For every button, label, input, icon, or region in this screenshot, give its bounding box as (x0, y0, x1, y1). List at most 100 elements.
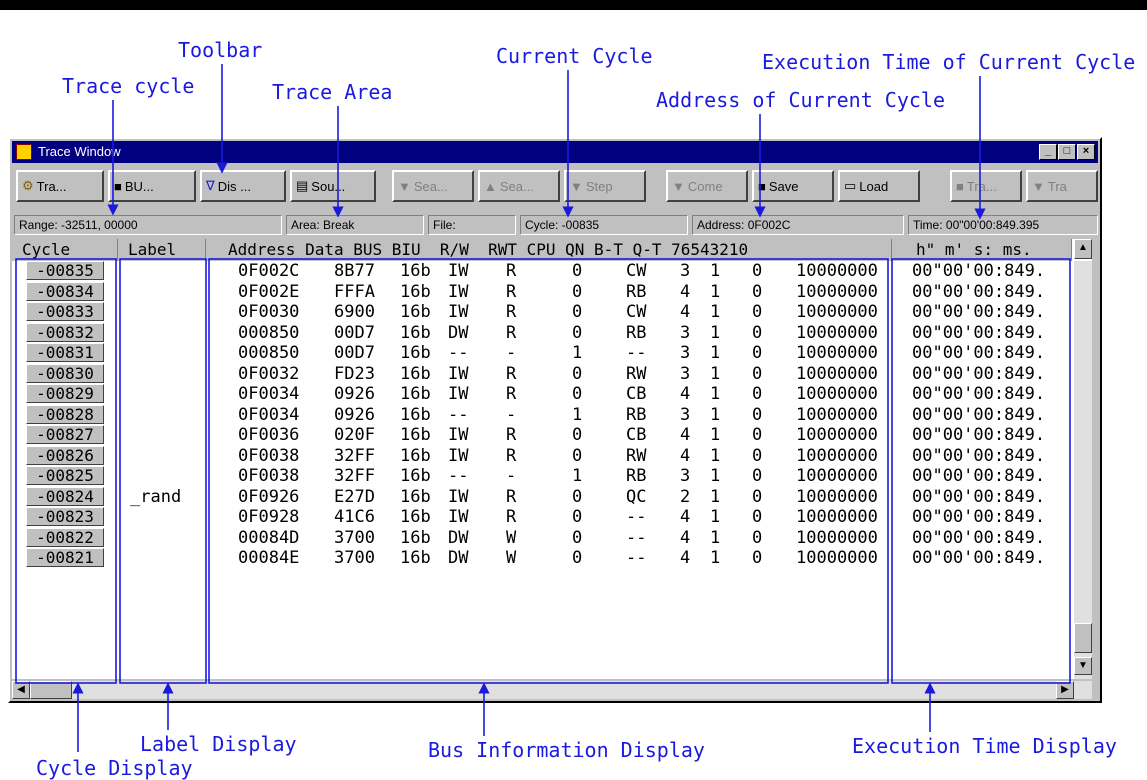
scroll-right-button[interactable]: ▶ (1056, 681, 1074, 699)
cell-bt: 1 (710, 281, 721, 302)
table-row[interactable]: -00833 0F0030 6900 16b IW R 0 CW 4 1 0 10000000 00"0… (12, 302, 1072, 323)
cell-cpu: CW (626, 302, 647, 322)
cell-data: 8B77 (334, 261, 375, 281)
cycle-button[interactable]: -00824 (26, 486, 104, 506)
table-row[interactable]: -00827 0F0036 020F 16b IW R 0 CB 4 1 0 10000000 00"0… (12, 425, 1072, 446)
table-row[interactable]: -00832 000850 00D7 16b DW R 0 RB 3 1 0 10000000 00"0… (12, 322, 1072, 344)
header-label[interactable]: Label (118, 239, 206, 261)
cell-rw: - (506, 343, 517, 363)
title-bar[interactable]: Trace Window _ □ × (12, 141, 1098, 163)
cell-bits: 10000000 (796, 527, 878, 548)
header-bus[interactable]: Address Data BUS BIU R/W RWT CPU QN B-T … (206, 239, 892, 261)
cell-qt: 0 (752, 527, 763, 548)
display-button[interactable]: ∇ Dis ... (200, 170, 286, 202)
cycle-button[interactable]: -00835 (26, 261, 104, 280)
cell-address: 0F0034 (238, 384, 300, 404)
step-button[interactable]: ▼ Step (564, 170, 646, 202)
cycle-button[interactable]: -00829 (26, 384, 104, 403)
close-button[interactable]: × (1077, 144, 1095, 160)
cycle-button[interactable]: -00830 (26, 363, 104, 383)
minimize-button[interactable]: _ (1039, 144, 1057, 160)
cell-bits: 10000000 (796, 281, 878, 302)
cycle-button[interactable]: -00832 (26, 322, 104, 342)
trace-settings-button[interactable]: ⚙ Tra... (16, 170, 104, 202)
cell-rwt: 0 (572, 445, 583, 466)
cell-cpu: CB (626, 384, 647, 404)
cycle-button[interactable]: -00834 (26, 281, 104, 301)
scroll-left-button[interactable]: ◀ (12, 681, 30, 699)
bus-button[interactable]: ■ BU... (108, 170, 196, 202)
callout-label-display: Label Display (140, 732, 297, 756)
load-button[interactable]: ▭ Load (838, 170, 920, 202)
cell-cpu: RW (626, 445, 647, 466)
cycle-button[interactable]: -00825 (26, 466, 104, 485)
cell-qt: 0 (752, 384, 763, 404)
cell-qt: 0 (752, 322, 763, 343)
table-row[interactable]: -00825 0F0038 32FF 16b -- -1 RB 3 1 0 10000000 00"0… (12, 466, 1072, 487)
cell-qn: 3 (680, 363, 691, 384)
cycle-button[interactable]: -00833 (26, 302, 104, 321)
cell-biu: IW (448, 486, 469, 507)
cell-data: 0926 (334, 384, 375, 404)
horizontal-scrollbar[interactable]: ◀ ▶ (12, 681, 1092, 699)
table-row[interactable]: -00830 0F0032 FD23 16b IW R 0 RW 3 1 0 10000000 00"0… (12, 363, 1072, 385)
cell-data: 020F (334, 425, 375, 445)
scroll-up-button[interactable]: ▲ (1074, 239, 1092, 259)
callout-toolbar: Toolbar (178, 38, 263, 62)
header-cycle[interactable]: Cycle (12, 239, 118, 261)
cycle-button[interactable]: -00827 (26, 425, 104, 444)
scroll-thumb[interactable] (1074, 623, 1092, 653)
table-row[interactable]: -00829 0F0034 0926 16b IW R 0 CB 4 1 0 10000000 00"0… (12, 384, 1072, 405)
table-row[interactable]: -00821 00084E 3700 16b DW W 0 -- 4 1 0 10000000 00"0… (12, 548, 1072, 569)
cell-bt: 1 (710, 404, 721, 425)
source-button[interactable]: ▤ Sou... (290, 170, 376, 202)
cell-bus: 16b (400, 384, 431, 404)
area-field: Area: Break (286, 215, 424, 235)
file-field: File: (428, 215, 516, 235)
cell-biu: IW (448, 445, 469, 466)
cycle-button[interactable]: -00822 (26, 527, 104, 547)
cell-biu: IW (448, 384, 469, 404)
table-row[interactable]: -00828 0F0034 0926 16b -- -1 RB 3 1 0 10000000 00"0… (12, 404, 1072, 426)
filter-icon: ∇ (206, 178, 215, 193)
cell-time: 00"00'00:849. (912, 363, 1046, 384)
table-row[interactable]: -00826 0F0038 32FF 16b IW R 0 RW 4 1 0 10000000 00"0… (12, 445, 1072, 467)
search-up-button[interactable]: ▲ Sea... (478, 170, 560, 202)
table-row[interactable]: -00822 00084D 3700 16b DW W 0 -- 4 1 0 10000000 00"0… (12, 527, 1072, 549)
cycle-button[interactable]: -00831 (26, 343, 104, 362)
table-row[interactable]: -00834 0F002E FFFA 16b IW R 0 RB 4 1 0 10000000 00"0… (12, 281, 1072, 303)
save-button[interactable]: ■ Save (752, 170, 834, 202)
cycle-button[interactable]: -00823 (26, 507, 104, 526)
table-row[interactable]: -00831 000850 00D7 16b -- -1 -- 3 1 0 10000000 00"0… (12, 343, 1072, 364)
scroll-down-button[interactable]: ▼ (1074, 657, 1092, 675)
table-row[interactable]: -00824 _rand 0F0926 E27D 16b IW R 0 QC 2 1 0 1000000… (12, 486, 1072, 508)
cell-qt: 0 (752, 302, 763, 322)
cell-qn: 4 (680, 425, 691, 445)
cycle-button[interactable]: -00821 (26, 548, 104, 567)
search-down-button[interactable]: ▼ Sea... (392, 170, 474, 202)
cell-bits: 10000000 (796, 302, 878, 322)
cell-qt: 0 (752, 261, 763, 281)
callout-trace-cycle: Trace cycle (62, 74, 195, 98)
cycle-button[interactable]: -00828 (26, 404, 104, 424)
horizontal-thumb[interactable] (30, 681, 72, 699)
maximize-button[interactable]: □ (1058, 144, 1076, 160)
cell-bus: 16b (400, 281, 431, 302)
vertical-scrollbar[interactable]: ▲ ▼ (1074, 239, 1092, 679)
cell-cpu: -- (626, 343, 647, 363)
cycle-button[interactable]: -00826 (26, 445, 104, 465)
cell-cpu: QC (626, 486, 647, 507)
cell-bits: 10000000 (796, 486, 878, 507)
trace-icon: ■ (956, 178, 964, 194)
trace-button[interactable]: ■ Tra... (950, 170, 1022, 202)
row-label: _rand (130, 486, 182, 507)
cell-rwt: 0 (572, 281, 583, 302)
table-row[interactable]: -00823 0F0928 41C6 16b IW R 0 -- 4 1 0 10000000 00"0… (12, 507, 1072, 528)
come-button[interactable]: ▼ Come (666, 170, 748, 202)
trace-down-button[interactable]: ▼ Tra (1026, 170, 1098, 202)
header-time[interactable]: h" m' s: ms. (892, 239, 1072, 261)
table-row[interactable]: -00835 0F002C 8B77 16b IW R 0 CW 3 1 0 10000000 00"0… (12, 261, 1072, 282)
cell-bt: 1 (710, 302, 721, 322)
cell-rw: R (506, 507, 517, 527)
cell-bus: 16b (400, 261, 431, 281)
